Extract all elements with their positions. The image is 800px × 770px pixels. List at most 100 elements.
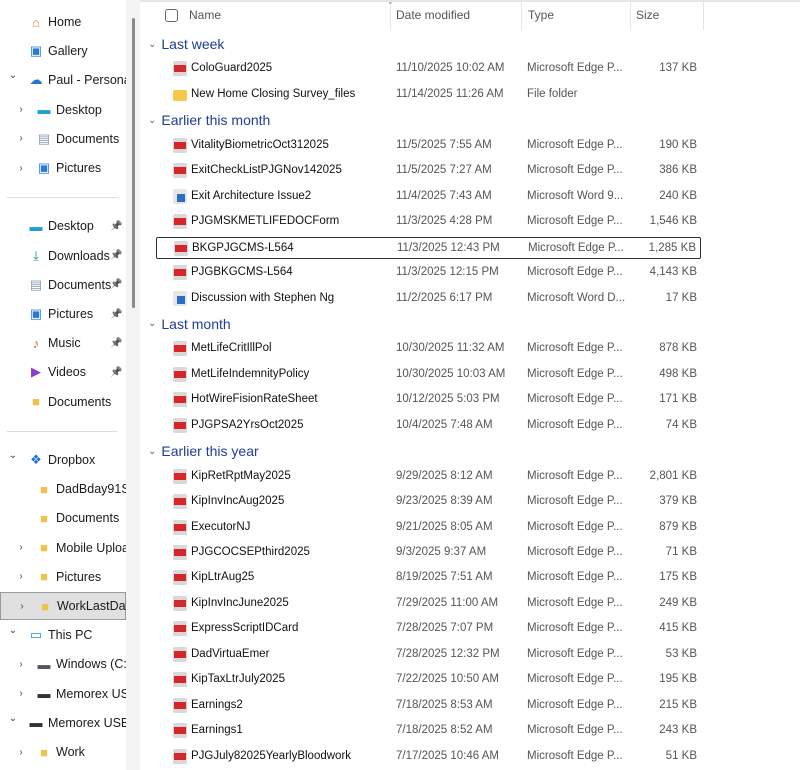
file-date-modified: 10/4/2025 7:48 AM <box>396 418 493 431</box>
nav-item[interactable]: ▬ Desktop 📌 <box>0 212 126 240</box>
group-label: Last week <box>161 36 225 52</box>
file-row[interactable]: KipTaxLtrJuly2025 7/22/2025 10:50 AM Micro… <box>156 669 701 691</box>
group-header[interactable]: ⌄ Earlier this year <box>148 439 259 464</box>
file-size: 53 KB <box>665 647 697 660</box>
pin-icon: 📌 <box>110 250 123 262</box>
file-row[interactable]: ExitCheckListPJGNov142025 11/5/2025 7:27 … <box>156 160 701 182</box>
file-row[interactable]: KipInvIncAug2025 9/23/2025 8:39 AM Microso… <box>156 491 701 513</box>
file-date-modified: 7/18/2025 8:52 AM <box>396 724 493 737</box>
chevron-right-icon[interactable]: › <box>16 571 26 582</box>
chevron-down-icon[interactable]: ⌄ <box>8 713 18 724</box>
file-name: ColoGuard2025 <box>191 62 273 75</box>
file-name: DadVirtuaEmer <box>191 647 270 660</box>
chevron-down-icon[interactable]: ⌄ <box>8 450 18 461</box>
file-row[interactable]: PJGJuly82025YearlyBloodwork 7/17/2025 10:… <box>156 746 701 768</box>
file-row[interactable]: PJGCOCSEPthird2025 9/3/2025 9:37 AM Micros… <box>156 542 701 564</box>
file-row[interactable]: PJGBKGCMS-L564 11/3/2025 12:15 PM Microsof… <box>156 262 701 284</box>
file-row[interactable]: PJGPSA2YrsOct2025 10/4/2025 7:48 AM Micros… <box>156 415 701 437</box>
group-header[interactable]: ⌄ Last month <box>148 311 231 336</box>
group-header[interactable]: ⌄ Last week <box>148 32 224 57</box>
chevron-right-icon[interactable]: › <box>16 133 26 144</box>
nav-item[interactable]: ▣ Pictures 📌 <box>0 300 126 328</box>
file-row[interactable]: MetLifeCritIllPol 10/30/2025 11:32 AM Micr… <box>156 338 701 360</box>
nav-item-label: Documents <box>48 394 112 409</box>
file-row[interactable]: Discussion with Stephen Ng 11/2/2025 6:17… <box>156 288 701 310</box>
chevron-right-icon[interactable]: › <box>16 163 26 174</box>
column-name[interactable]: Name <box>189 8 221 22</box>
file-size: 195 KB <box>659 673 697 686</box>
nav-item[interactable]: ♪ Music 📌 <box>0 329 126 357</box>
nav-item[interactable]: ⌂ Home <box>0 8 126 36</box>
chevron-right-icon[interactable]: › <box>16 747 26 758</box>
word-document-icon <box>173 290 187 306</box>
nav-item[interactable]: › ■ WorkLastDay <box>0 592 126 620</box>
file-row[interactable]: ExpressScriptIDCard 7/28/2025 7:07 PM Micr… <box>156 618 701 640</box>
column-separator[interactable] <box>521 2 522 30</box>
file-row[interactable]: MetLifeIndemnityPolicy 10/30/2025 10:03 A… <box>156 364 701 386</box>
file-row[interactable]: KipLtrAug25 8/19/2025 7:51 AM Microsoft Ed… <box>156 567 701 589</box>
chevron-right-icon[interactable]: › <box>16 688 26 699</box>
nav-item[interactable]: ⌄ ▭ This PC <box>0 621 126 649</box>
nav-item[interactable]: ■ Documents <box>0 388 126 416</box>
scrollbar-thumb[interactable] <box>132 18 135 308</box>
nav-item[interactable]: ⤓ Downloads 📌 <box>0 242 126 270</box>
file-row[interactable]: PJGMSKMETLIFEDOCForm 11/3/2025 4:28 PM Mic… <box>156 211 701 233</box>
nav-item[interactable]: ⌄ ▬ Memorex USB <box>0 709 126 737</box>
chevron-down-icon[interactable]: ⌄ <box>148 39 156 50</box>
pin-icon: 📌 <box>110 220 123 232</box>
chevron-down-icon[interactable]: ⌄ <box>8 625 18 636</box>
file-row[interactable]: BKGPJGCMS-L564 11/3/2025 12:43 PM Microsof… <box>156 236 701 259</box>
chevron-right-icon[interactable]: › <box>16 659 26 670</box>
nav-item[interactable]: ■ Documents <box>0 504 126 532</box>
file-size: 415 KB <box>659 622 697 635</box>
file-row[interactable]: Earnings2 7/18/2025 8:53 AM Microsoft Edge… <box>156 695 701 717</box>
nav-item[interactable]: › ▬ Memorex USB <box>0 680 126 708</box>
chevron-right-icon[interactable]: › <box>16 542 26 553</box>
chevron-down-icon[interactable]: ⌄ <box>148 115 156 126</box>
file-row[interactable]: Exit Architecture Issue2 11/4/2025 7:43 A… <box>156 186 701 208</box>
file-row[interactable]: ExecutorNJ 9/21/2025 8:05 AM Microsoft Edg… <box>156 517 701 539</box>
column-date-modified[interactable]: Date modified <box>396 8 470 22</box>
nav-item[interactable]: › ▣ Pictures <box>0 154 126 182</box>
chevron-right-icon[interactable]: › <box>16 104 26 115</box>
nav-item[interactable]: › ■ Work <box>0 738 126 766</box>
pdf-file-icon <box>173 417 187 433</box>
column-separator[interactable] <box>390 2 391 30</box>
select-all-checkbox[interactable] <box>165 9 178 22</box>
column-separator[interactable] <box>630 2 631 30</box>
nav-item-label: WorkLastDay <box>57 599 126 613</box>
file-row[interactable]: DadVirtuaEmer 7/28/2025 12:32 PM Microsoft… <box>156 644 701 666</box>
nav-item[interactable]: › ▤ Documents <box>0 125 126 153</box>
nav-item[interactable]: ▣ Gallery <box>0 37 126 65</box>
nav-item[interactable]: ⌄ ☁ Paul - Personal <box>0 66 126 94</box>
nav-item[interactable]: ▶ Videos 📌 <box>0 358 126 386</box>
nav-item[interactable]: › ■ Mobile Uploads <box>0 534 126 562</box>
chevron-right-icon[interactable]: › <box>17 601 27 612</box>
file-row[interactable]: HotWireFisionRateSheet 10/12/2025 5:03 PM… <box>156 389 701 411</box>
file-row[interactable]: KipInvIncJune2025 7/29/2025 11:00 AM Micro… <box>156 593 701 615</box>
file-row[interactable]: Earnings1 7/18/2025 8:52 AM Microsoft Edge… <box>156 720 701 742</box>
nav-item[interactable]: › ▬ Windows (C:) <box>0 650 126 678</box>
nav-item[interactable]: › ■ Pictures <box>0 563 126 591</box>
chevron-down-icon[interactable]: ⌄ <box>148 446 156 457</box>
nav-item[interactable]: ■ DadBday91Sat <box>0 475 126 503</box>
group-header[interactable]: ⌄ Earlier this month <box>148 108 270 133</box>
chevron-down-icon[interactable]: ⌄ <box>8 70 18 81</box>
column-size[interactable]: Size <box>636 8 659 22</box>
file-row[interactable]: VitalityBiometricOct312025 11/5/2025 7:55… <box>156 135 701 157</box>
nav-item[interactable]: ▤ Documents 📌 <box>0 271 126 299</box>
pin-icon: 📌 <box>110 337 123 349</box>
folder-synced-icon: ■ <box>40 569 48 585</box>
file-row[interactable]: ColoGuard2025 11/10/2025 10:02 AM Microsof… <box>156 58 701 80</box>
file-row[interactable]: KipRetRptMay2025 9/29/2025 8:12 AM Microso… <box>156 466 701 488</box>
nav-item[interactable]: ⌄ ❖ Dropbox <box>0 446 126 474</box>
nav-item-label: Desktop <box>48 219 94 234</box>
pdf-file-icon <box>173 214 187 230</box>
column-separator[interactable] <box>703 2 704 30</box>
navigation-scrollbar[interactable] <box>126 0 140 770</box>
nav-item[interactable]: › ▬ Desktop <box>0 96 126 124</box>
column-type[interactable]: Type <box>528 8 554 22</box>
file-row[interactable]: New Home Closing Survey_files 11/14/2025 … <box>156 84 701 106</box>
chevron-down-icon[interactable]: ⌄ <box>148 318 156 329</box>
folder-synced-icon: ■ <box>40 540 48 556</box>
